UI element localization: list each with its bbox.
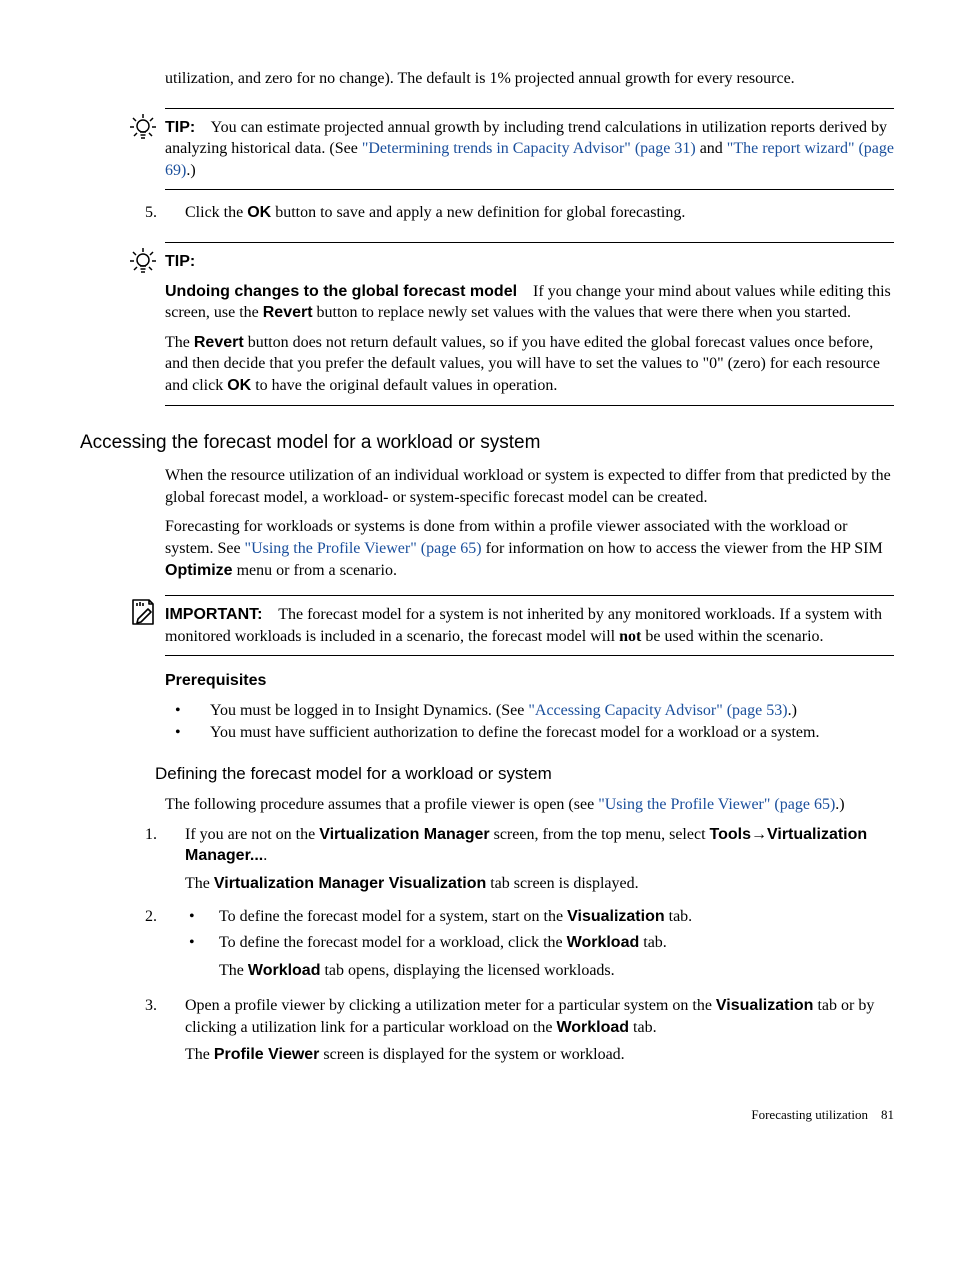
- vmv-tab-ref: Virtualization Manager Visualization: [214, 875, 486, 892]
- step-number: 3.: [145, 995, 185, 1066]
- note-icon: [128, 597, 158, 627]
- step-5: 5. Click the OK button to save and apply…: [145, 202, 894, 224]
- ok-button-ref: OK: [227, 377, 251, 394]
- step-number: 5.: [145, 202, 185, 224]
- tip-callout-1: TIP: You can estimate projected annual g…: [120, 108, 894, 191]
- workload-tab-ref: Workload: [567, 934, 640, 951]
- bullet-icon: •: [165, 722, 210, 744]
- defining-intro: The following procedure assumes that a p…: [165, 794, 894, 816]
- optimize-menu-ref: Optimize: [165, 562, 233, 579]
- prereq-item-1: • You must be logged in to Insight Dynam…: [165, 700, 894, 722]
- ok-button-ref: OK: [247, 204, 271, 221]
- prereq-item-2: • You must have sufficient authorization…: [165, 722, 894, 744]
- page-number: 81: [881, 1107, 894, 1122]
- visualization-tab-ref: Visualization: [716, 997, 814, 1014]
- bullet-icon: •: [165, 700, 210, 722]
- page-footer: Forecasting utilization 81: [60, 1106, 894, 1124]
- lightbulb-icon: [126, 110, 160, 144]
- profile-viewer-ref: Profile Viewer: [214, 1046, 320, 1063]
- link-accessing-ca[interactable]: "Accessing Capacity Advisor" (page 53): [528, 702, 787, 719]
- tip-subheading: Undoing changes to the global forecast m…: [165, 283, 517, 300]
- link-trends[interactable]: "Determining trends in Capacity Advisor"…: [362, 140, 696, 157]
- important-callout: IMPORTANT: The forecast model for a syst…: [120, 595, 894, 656]
- proc-step-3: 3. Open a profile viewer by clicking a u…: [145, 995, 894, 1066]
- revert-button-ref: Revert: [194, 334, 244, 351]
- workload-tab-ref: Workload: [248, 962, 321, 979]
- workload-tab-ref: Workload: [556, 1019, 629, 1036]
- bullet-icon: •: [185, 932, 219, 981]
- proc-step-2: 2. • To define the forecast model for a …: [145, 906, 894, 981]
- section-para-1: When the resource utilization of an indi…: [165, 465, 894, 508]
- important-label: IMPORTANT:: [165, 606, 262, 623]
- substep-bullet: • To define the forecast model for a sys…: [185, 906, 894, 928]
- section-heading-accessing: Accessing the forecast model for a workl…: [80, 430, 894, 456]
- link-profile-viewer[interactable]: "Using the Profile Viewer" (page 65): [245, 540, 482, 557]
- tools-menu-ref: Tools: [710, 826, 751, 843]
- substep-bullet: • To define the forecast model for a wor…: [185, 932, 894, 981]
- link-profile-viewer[interactable]: "Using the Profile Viewer" (page 65): [598, 796, 835, 813]
- vm-screen-ref: Virtualization Manager: [319, 826, 489, 843]
- section-para-2: Forecasting for workloads or systems is …: [165, 516, 894, 581]
- subsection-heading-defining: Defining the forecast model for a worklo…: [155, 763, 894, 786]
- step-number: 1.: [145, 824, 185, 895]
- prerequisites-heading: Prerequisites: [165, 670, 894, 692]
- revert-button-ref: Revert: [263, 304, 313, 321]
- step-number: 2.: [145, 906, 185, 981]
- tip-callout-2: TIP: Undoing changes to the global forec…: [120, 242, 894, 406]
- lightbulb-icon: [126, 244, 160, 278]
- tip-label: TIP:: [165, 119, 195, 136]
- tip-label: TIP:: [165, 253, 195, 270]
- proc-step-1: 1. If you are not on the Virtualization …: [145, 824, 894, 895]
- intro-continuation: utilization, and zero for no change). Th…: [165, 68, 894, 90]
- emphasis-not: not: [619, 628, 641, 645]
- footer-title: Forecasting utilization: [751, 1107, 868, 1122]
- bullet-icon: •: [185, 906, 219, 928]
- visualization-tab-ref: Visualization: [567, 908, 665, 925]
